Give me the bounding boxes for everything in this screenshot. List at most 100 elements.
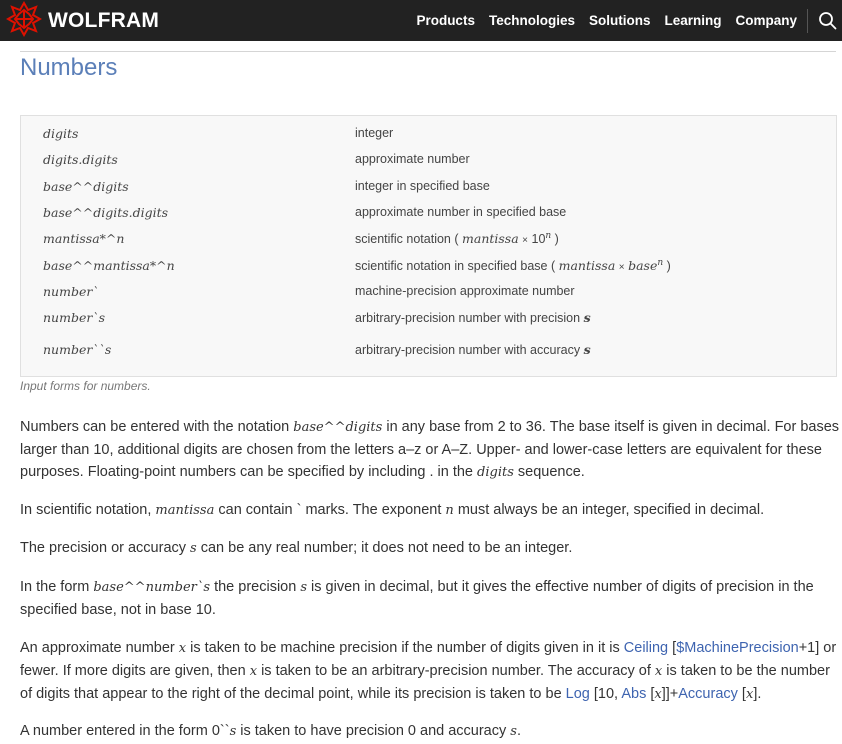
top-nav-bar: WOLFRAM Products Technologies Solutions … [0,0,842,41]
math-var: s [583,310,591,325]
math-exponent: n [545,231,552,241]
form-cell: base^^digits [43,179,129,194]
table-row: digits.digits approximate number [21,152,836,172]
nav-company[interactable]: Company [735,13,797,28]
text: . [516,723,521,739]
link-abs[interactable]: Abs [621,686,646,702]
text: ]. [753,686,762,702]
math-var: base^^digits [293,420,383,435]
text: [10, [589,686,622,702]
desc-text: arbitrary-precision number with accuracy [355,343,581,357]
link-machineprecision[interactable]: $MachinePrecision [676,640,799,656]
paragraph-machine-precision: An approximate number x is taken to be m… [20,637,840,706]
math-expression: ( mantissa × basen ) [550,258,671,274]
text: is taken to have precision 0 and accurac… [236,723,511,739]
math-base: base [628,258,658,274]
table-row: number``s arbitrary-precision number wit… [21,342,836,362]
nav-technologies[interactable]: Technologies [489,13,575,28]
form-cell: digits.digits [43,152,118,167]
table-caption: Input forms for numbers. [20,379,151,393]
wolfram-logo[interactable]: WOLFRAM [5,0,160,37]
math-var: x [654,687,662,702]
text: In the form [20,579,94,595]
math-var: s [583,342,591,357]
nav-divider [807,8,808,33]
form-cell: digits [43,126,79,141]
text: Numbers can be entered with the notation [20,419,294,435]
text: sequence. [513,464,585,480]
text: can be any real number; it does not need… [196,540,573,556]
math-expression: ( mantissa × 10n ) [454,231,559,247]
text: A number entered in the form 0`` [20,723,230,739]
table-row: digits integer [21,126,836,146]
desc-cell: scientific notation in specified base ( … [355,258,671,273]
math-var: mantissa [155,503,215,518]
desc-cell: arbitrary-precision number with accuracy… [355,342,591,357]
paragraph-scientific-notation: In scientific notation, mantissa can con… [20,499,840,522]
search-button[interactable] [814,0,840,41]
desc-cell: integer [355,126,394,140]
nav-solutions[interactable]: Solutions [589,13,651,28]
text: The precision or accuracy [20,540,191,556]
main-nav: Products Technologies Solutions Learning… [416,0,842,41]
paragraph-base-precision: In the form base^^number`s the precision… [20,576,840,621]
table-row: number` machine-precision approximate nu… [21,284,836,304]
form-cell: number``s [43,342,112,357]
text: [ [737,686,746,702]
spikey-logo-icon [5,0,43,42]
form-cell: number`s [43,310,105,325]
math-op: × [618,262,625,274]
desc-cell: approximate number in specified base [355,205,567,219]
text: In scientific notation, [20,502,156,518]
math-var: mantissa [462,231,519,247]
desc-cell: scientific notation ( mantissa × 10n ) [355,231,559,246]
table-row: base^^mantissa*^n scientific notation in… [21,258,836,278]
desc-text: scientific notation [355,232,451,247]
math-var: digits [477,465,514,480]
logo-text: WOLFRAM [48,9,160,32]
desc-text: scientific notation in specified base [355,259,548,274]
form-cell: base^^mantissa*^n [43,258,175,273]
nav-products[interactable]: Products [416,13,475,28]
math-op: × [522,235,529,247]
desc-cell: approximate number [355,152,470,166]
table-row: base^^digits integer in specified base [21,179,836,199]
form-cell: base^^digits.digits [43,205,169,220]
math-var: s [300,580,307,595]
text: is taken to be an arbitrary-precision nu… [257,663,655,679]
math-base: 10 [531,232,546,247]
math-var: n [445,503,454,518]
form-cell: number` [43,284,99,299]
table-row: number`s arbitrary-precision number with… [21,310,836,330]
form-cell: mantissa*^n [43,231,125,246]
text: An approximate number [20,640,179,656]
link-log[interactable]: Log [566,686,590,702]
math-var: s [510,724,517,739]
math-var: base^^number`s [93,580,211,595]
link-accuracy[interactable]: Accuracy [678,686,738,702]
paragraph-base-notation: Numbers can be entered with the notation… [20,416,840,484]
desc-cell: integer in specified base [355,179,490,193]
text: can contain ` marks. The exponent [214,502,446,518]
text: [ [668,640,677,656]
nav-learning[interactable]: Learning [664,13,721,28]
math-var: x [249,664,258,679]
table-row: base^^digits.digits approximate number i… [21,205,836,225]
link-ceiling[interactable]: Ceiling [624,640,668,656]
search-icon [818,12,836,30]
text: must always be an integer, specified in … [453,502,765,518]
desc-cell: arbitrary-precision number with precisio… [355,310,591,325]
text: is taken to be machine precision if the … [186,640,624,656]
input-forms-table: digits integer digits.digits approximate… [20,115,837,377]
math-exponent: n [657,258,664,268]
page-title: Numbers [20,54,118,81]
desc-text: arbitrary-precision number with precisio… [355,311,581,325]
text: ]]+ [661,686,679,702]
paragraph-zero-accuracy: A number entered in the form 0`` s is tak… [20,720,840,743]
title-divider [20,51,836,52]
paragraph-precision: The precision or accuracy s can be any r… [20,537,840,560]
text: the precision [210,579,301,595]
math-var: mantissa [558,258,616,274]
table-row: mantissa*^n scientific notation ( mantis… [21,231,836,251]
desc-cell: machine-precision approximate number [355,284,575,298]
